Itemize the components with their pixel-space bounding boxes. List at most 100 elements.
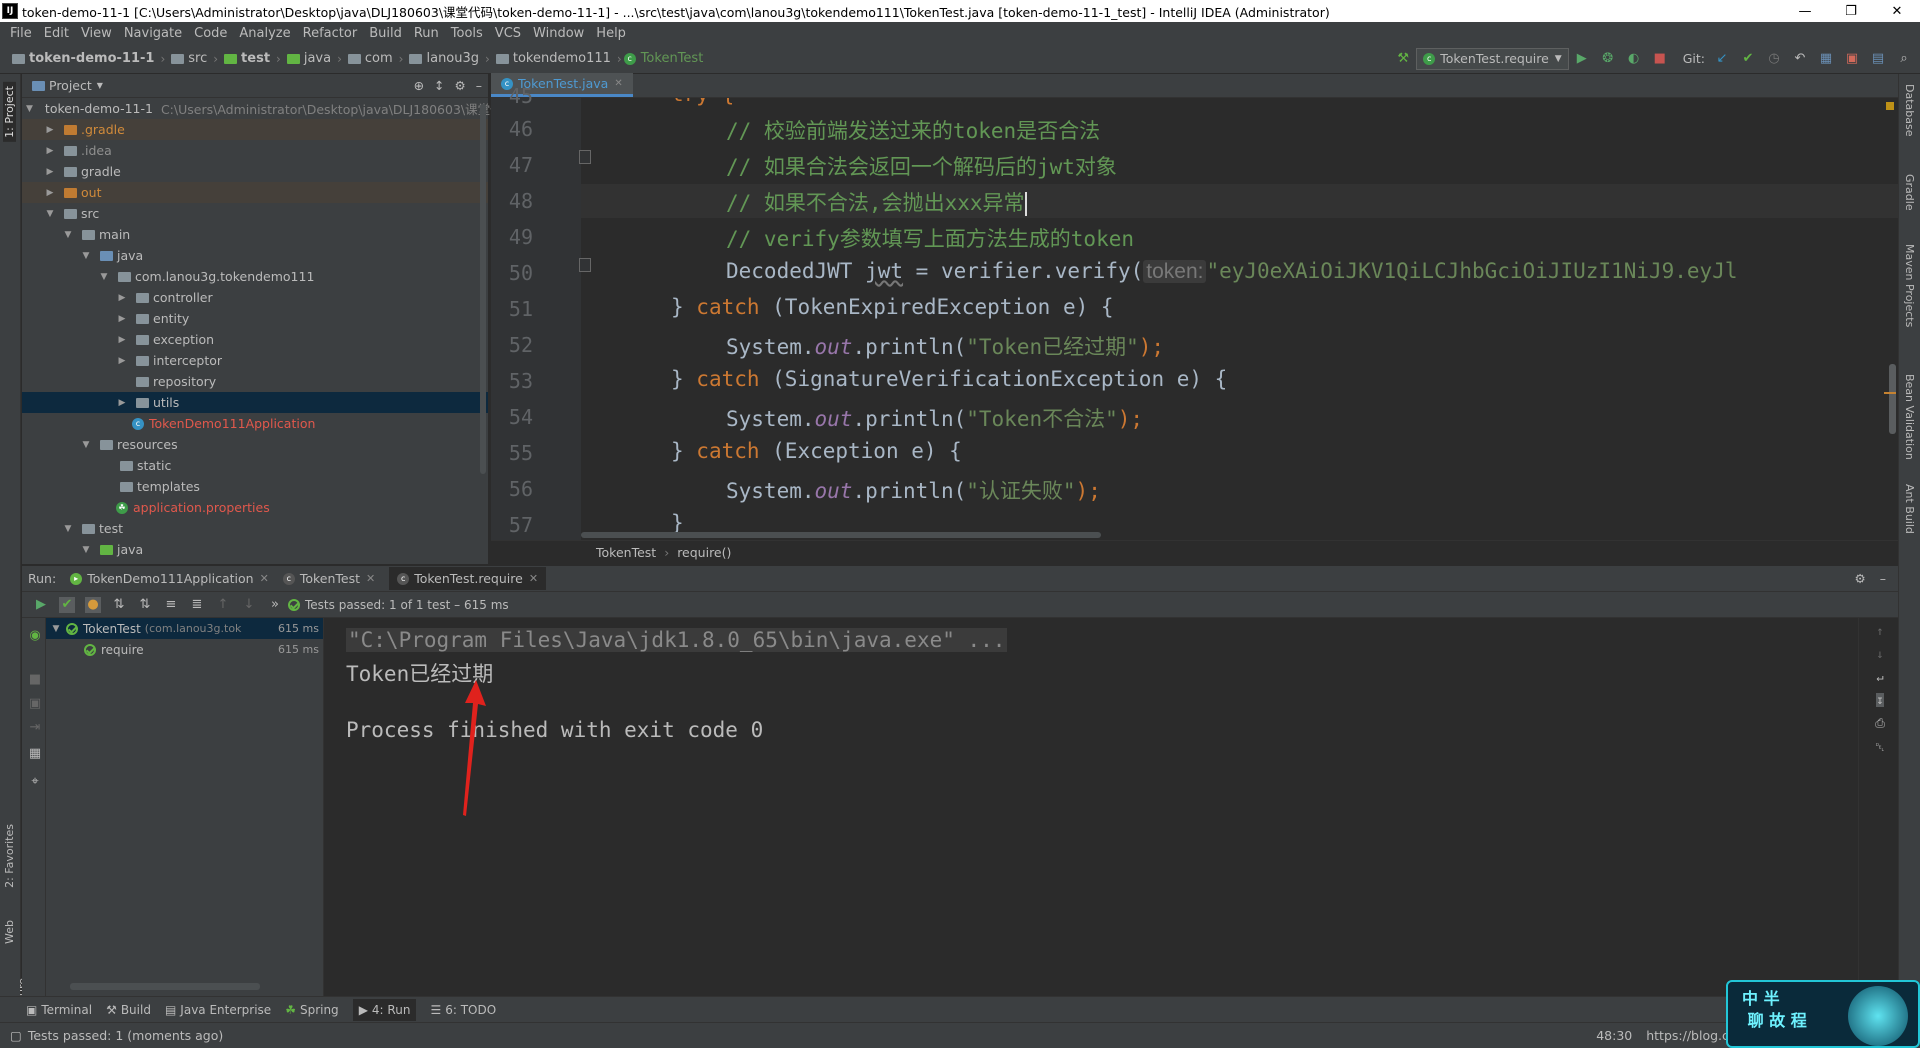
menu-build[interactable]: Build [363, 26, 408, 41]
expand-arrow-icon[interactable]: ▼ [62, 524, 74, 534]
project-structure-icon[interactable]: ▦ [1818, 51, 1834, 67]
menu-refactor[interactable]: Refactor [297, 26, 364, 41]
expand-arrow-icon[interactable]: ▼ [80, 251, 92, 261]
minimize-icon[interactable]: — [1782, 4, 1828, 19]
tree-horizontal-scrollbar[interactable] [70, 983, 260, 990]
pin-icon[interactable]: ⌖ [27, 774, 43, 790]
tree-item-test[interactable]: ▼ test [22, 518, 488, 539]
tree-item-exception[interactable]: ▶ exception [22, 329, 488, 350]
close-icon[interactable]: ✕ [1874, 4, 1920, 19]
sort-duration-icon[interactable]: ⇅ [137, 597, 153, 613]
close-tab-icon[interactable]: ✕ [260, 572, 269, 585]
collapsed-arrow-icon[interactable]: ▶ [44, 125, 56, 135]
breadcrumb-src[interactable]: src [167, 51, 207, 66]
gear-icon[interactable]: ⚙ [455, 78, 466, 93]
toggle-auto-test-icon[interactable]: ◉ [27, 628, 43, 644]
locate-icon[interactable]: ⊕ [414, 78, 424, 93]
tree-item-application-properties[interactable]: ☘ application.properties [22, 497, 488, 518]
sort-alpha-icon[interactable]: ⇅ [111, 597, 127, 613]
sdk-icon[interactable]: ▤ [1870, 51, 1886, 67]
coverage-icon[interactable]: ◐ [1626, 51, 1642, 67]
tab-todo[interactable]: ☰ 6: TODO [430, 1003, 496, 1017]
layout-icon[interactable]: ▦ [27, 746, 43, 762]
warning-marker[interactable] [1886, 102, 1894, 110]
tree-item-package[interactable]: ▼ com.lanou3g.tokendemo111 [22, 266, 488, 287]
breadcrumb-java[interactable]: java [283, 51, 331, 66]
next-failed-icon[interactable]: ↓ [241, 597, 257, 613]
editor-vertical-scrollbar[interactable] [1889, 364, 1896, 434]
breadcrumb-test[interactable]: test [220, 51, 270, 66]
expand-all-icon[interactable]: ≡ [163, 597, 179, 613]
horizontal-scrollbar[interactable] [581, 532, 1101, 538]
tree-item-interceptor[interactable]: ▶ interceptor [22, 350, 488, 371]
tab-favorites[interactable]: 2: Favorites [3, 824, 16, 888]
tree-item-out[interactable]: ▶ out [22, 182, 488, 203]
tree-item-gradle[interactable]: ▶ gradle [22, 161, 488, 182]
restore-icon[interactable]: ❐ [1828, 4, 1874, 19]
breadcrumb-tokendemo111[interactable]: tokendemo111 [492, 51, 611, 66]
collapsed-arrow-icon[interactable]: ▶ [116, 293, 128, 303]
breadcrumb-class[interactable]: TokenTest [596, 545, 656, 560]
show-passed-icon[interactable]: ✔ [59, 596, 75, 613]
vcs-commit-icon[interactable]: ✔ [1740, 51, 1756, 67]
breadcrumb-tokentest[interactable]: c TokenTest [623, 51, 703, 66]
expand-arrow-icon[interactable]: ▼ [62, 230, 74, 240]
debug-icon[interactable]: ❂ [1600, 51, 1616, 67]
tab-build[interactable]: ⚒ Build [106, 1003, 151, 1017]
run-tab-tokentest[interactable]: c TokenTest ✕ [282, 571, 375, 586]
tab-gradle[interactable]: Gradle [1903, 174, 1916, 211]
test-suite-row[interactable]: ▼ TokenTest (com.lanou3g.tok 615 ms [46, 618, 323, 639]
collapse-all-icon[interactable]: ≣ [189, 597, 205, 613]
tree-item-idea[interactable]: ▶ .idea [22, 140, 488, 161]
close-tab-icon[interactable]: ✕ [366, 572, 375, 585]
more-icon[interactable]: » [267, 597, 283, 613]
menu-edit[interactable]: Edit [38, 26, 75, 41]
close-tab-icon[interactable]: ✕ [614, 78, 622, 89]
menu-tools[interactable]: Tools [445, 26, 489, 41]
hide-icon[interactable]: – [1880, 571, 1886, 586]
tree-item-resources[interactable]: ▼ resources [22, 434, 488, 455]
tab-ant-build[interactable]: Ant Build [1903, 484, 1916, 534]
collapse-all-icon[interactable]: ↕ [434, 78, 444, 93]
camera-icon[interactable]: ▣ [27, 696, 43, 712]
search-icon[interactable]: ⌕ [1896, 51, 1912, 67]
error-stripe-mark[interactable] [1884, 392, 1896, 394]
menu-window[interactable]: Window [527, 26, 590, 41]
test-case-row[interactable]: require 615 ms [46, 639, 323, 660]
previous-failed-icon[interactable]: ↑ [215, 597, 231, 613]
collapsed-arrow-icon[interactable]: ▶ [44, 146, 56, 156]
expand-arrow-icon[interactable]: ▼ [44, 209, 56, 219]
breadcrumb-project[interactable]: token-demo-11-1 [8, 51, 154, 66]
tree-item-main-java[interactable]: ▼ java [22, 245, 488, 266]
collapsed-arrow-icon[interactable]: ▶ [44, 188, 56, 198]
expand-arrow-icon[interactable]: ▼ [80, 440, 92, 450]
menu-vcs[interactable]: VCS [489, 26, 527, 41]
menu-run[interactable]: Run [408, 26, 445, 41]
menu-view[interactable]: View [75, 26, 118, 41]
code-area[interactable]: try { // 校验前端发送过来的token是否合法 // 如果合法会返回一个… [581, 98, 1898, 540]
expand-arrow-icon[interactable]: ▼ [98, 272, 110, 282]
tab-java-enterprise[interactable]: ▤ Java Enterprise [165, 1003, 271, 1017]
history-icon[interactable]: ◷ [1766, 51, 1782, 67]
exit-icon[interactable]: ⇥ [27, 720, 43, 736]
menu-navigate[interactable]: Navigate [118, 26, 188, 41]
menu-help[interactable]: Help [590, 26, 632, 41]
run-configuration-select[interactable]: c TokenTest.require ▼ [1416, 47, 1569, 70]
breadcrumb-method[interactable]: require() [677, 545, 731, 560]
stop-icon[interactable]: ■ [27, 672, 43, 688]
tree-item-application-class[interactable]: c TokenDemo111Application [22, 413, 488, 434]
tab-project[interactable]: 1: Project [3, 82, 16, 142]
collapsed-arrow-icon[interactable]: ▶ [116, 398, 128, 408]
console-scrollbar-track[interactable] [1858, 618, 1898, 996]
run-tab-application[interactable]: ▸ TokenDemo111Application ✕ [70, 571, 269, 586]
console-output[interactable]: "C:\Program Files\Java\jdk1.8.0_65\bin\j… [324, 618, 1898, 996]
hide-icon[interactable]: – [476, 78, 482, 93]
tree-item-entity[interactable]: ▶ entity [22, 308, 488, 329]
tab-spring[interactable]: ☘ Spring [285, 1003, 339, 1017]
tab-maven[interactable]: Maven Projects [1903, 244, 1916, 327]
tab-terminal[interactable]: ▣ Terminal [26, 1003, 92, 1017]
tree-item-templates[interactable]: templates [22, 476, 488, 497]
menu-code[interactable]: Code [188, 26, 233, 41]
tree-item-src[interactable]: ▼ src [22, 203, 488, 224]
build-hammer-icon[interactable]: ⚒ [1395, 51, 1411, 67]
